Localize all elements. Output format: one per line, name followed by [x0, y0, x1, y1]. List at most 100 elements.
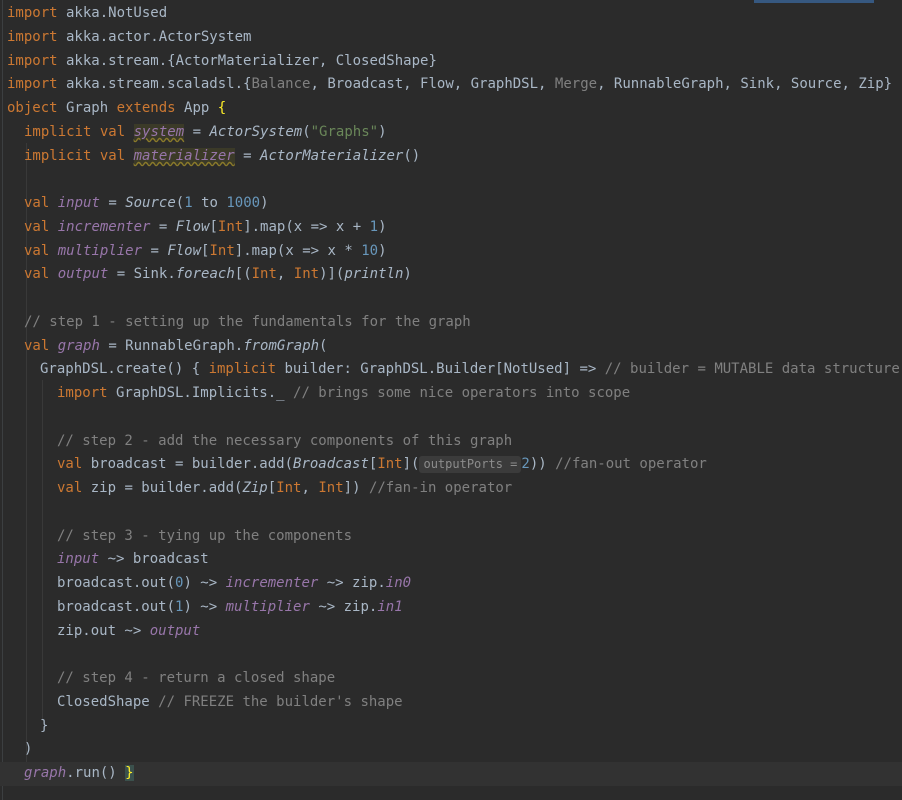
code-text: , Broadcast, Flow, GraphDSL,: [310, 76, 555, 92]
type-name: Int: [293, 266, 320, 282]
code-text: akka.actor.ActorSystem: [57, 29, 252, 45]
string-literal: "Graphs": [310, 124, 379, 140]
code-line-31[interactable]: }: [40, 715, 48, 739]
code-editor[interactable]: import akka.NotUsed import akka.actor.Ac…: [0, 0, 902, 800]
class-name: ActorSystem: [209, 124, 303, 140]
code-line-9[interactable]: val input = Source(1 to 1000): [24, 192, 269, 216]
code-line-23[interactable]: // step 3 - tying up the components: [57, 525, 352, 549]
code-line-17[interactable]: import GraphDSL.Implicits._ // brings so…: [57, 382, 630, 406]
type-name: Int: [377, 456, 403, 472]
keyword: import: [57, 385, 108, 401]
code-line-29[interactable]: // step 4 - return a closed shape: [57, 667, 335, 691]
code-text: ClosedShape: [57, 694, 159, 710]
code-text: ~> broadcast: [99, 551, 209, 567]
code-text: ): [378, 124, 387, 140]
code-line-6[interactable]: implicit val system = ActorSystem("Graph…: [24, 121, 387, 145]
code-line-5[interactable]: object Graph extends App {: [7, 97, 226, 121]
code-text: (): [403, 148, 421, 164]
keyword: import: [7, 5, 58, 21]
code-line-24[interactable]: input ~> broadcast: [57, 548, 209, 572]
code-text: (: [175, 195, 185, 211]
field-name: input: [57, 195, 100, 211]
code-line-25[interactable]: broadcast.out(0) ~> incrementer ~> zip.i…: [57, 572, 411, 596]
type-name: Int: [276, 480, 302, 496]
field-name: output: [57, 266, 109, 282]
field-name: incrementer: [225, 575, 319, 591]
code-text: (: [319, 338, 328, 354]
code-line-14[interactable]: // step 1 - setting up the fundamentals …: [24, 311, 471, 335]
code-text: akka.stream.{ActorMaterializer, ClosedSh…: [57, 53, 437, 69]
keyword: val: [24, 338, 50, 354]
code-line-2[interactable]: import akka.actor.ActorSystem: [7, 26, 251, 50]
code-text: ) ~>: [183, 599, 226, 615]
code-text: .run(): [66, 765, 126, 781]
code-line-4[interactable]: import akka.stream.scaladsl.{Balance, Br…: [7, 73, 892, 97]
code-text: =: [150, 219, 176, 235]
code-line-20[interactable]: val broadcast = builder.add(Broadcast[In…: [57, 453, 707, 477]
code-text: ): [378, 243, 387, 259]
code-text: = Sink.: [108, 266, 176, 282]
code-text: ].map(x => x *: [234, 243, 362, 259]
code-text: =: [234, 148, 261, 164]
code-text: ].map(x => x +: [243, 219, 370, 235]
code-text: broadcast.out(: [57, 599, 176, 615]
keyword: val: [24, 243, 50, 259]
keyword: val: [24, 266, 50, 282]
code-line-32[interactable]: ): [24, 738, 32, 762]
code-line-12[interactable]: val output = Sink.foreach[(Int, Int)](pr…: [24, 263, 412, 287]
comment: // brings some nice operators into scope: [293, 385, 631, 401]
code-text: (: [302, 124, 311, 140]
code-text: broadcast = builder.add(: [82, 456, 294, 472]
code-line-27[interactable]: zip.out ~> output: [57, 620, 200, 644]
code-line-11[interactable]: val multiplier = Flow[Int].map(x => x * …: [24, 240, 387, 264]
keyword: val: [24, 195, 50, 211]
class-name: Flow: [175, 219, 210, 235]
field-name: multiplier: [57, 243, 143, 259]
scrollbar-thumb[interactable]: [754, 0, 874, 3]
code-text: ]): [343, 480, 369, 496]
brace: {: [217, 100, 227, 116]
code-line-7[interactable]: implicit val materializer = ActorMateria…: [24, 145, 420, 169]
matched-brace: }: [125, 765, 134, 781]
code-text: GraphDSL.Implicits._: [107, 385, 294, 401]
keyword: val: [57, 480, 83, 496]
class-name: Zip: [242, 480, 268, 496]
class-name: Source: [125, 195, 176, 211]
keyword: extends: [116, 100, 176, 116]
code-line-26[interactable]: broadcast.out(1) ~> multiplier ~> zip.in…: [57, 596, 403, 620]
code-text: ) ~>: [183, 575, 226, 591]
comment: // builder = MUTABLE data structure: [604, 361, 900, 377]
code-line-19[interactable]: // step 2 - add the necessary components…: [57, 430, 512, 454]
keyword: import: [7, 53, 58, 69]
comment: // step 4 - return a closed shape: [57, 670, 336, 686]
code-text: ~> zip.: [318, 575, 386, 591]
comment: // step 2 - add the necessary components…: [57, 433, 513, 449]
code-line-15[interactable]: val graph = RunnableGraph.fromGraph(: [24, 335, 327, 359]
code-text: akka.NotUsed: [57, 5, 168, 21]
method-name: fromGraph: [243, 338, 320, 354]
method-name: println: [344, 266, 404, 282]
keyword: implicit val: [24, 148, 126, 164]
class-name: Broadcast: [293, 456, 369, 472]
field-name: multiplier: [225, 599, 310, 615]
code-line-1[interactable]: import akka.NotUsed: [7, 2, 167, 26]
code-text: zip = builder.add(: [82, 480, 243, 496]
code-line-21[interactable]: val zip = builder.add(Zip[Int, Int]) //f…: [57, 477, 512, 501]
keyword: import: [7, 29, 58, 45]
code-text: akka.stream.scaladsl.{: [57, 76, 252, 92]
unused-import: Balance: [251, 76, 311, 92]
code-line-10[interactable]: val incrementer = Flow[Int].map(x => x +…: [24, 216, 387, 240]
code-line-30[interactable]: ClosedShape // FREEZE the builder's shap…: [57, 691, 403, 715]
code-line-33-current[interactable]: graph.run() }: [0, 762, 902, 786]
code-text: ): [378, 219, 387, 235]
field-name: output: [149, 623, 201, 639]
number-literal: 1000: [226, 195, 261, 211]
code-text: ): [403, 266, 412, 282]
code-line-3[interactable]: import akka.stream.{ActorMaterializer, C…: [7, 50, 437, 74]
code-text: broadcast.out(: [57, 575, 176, 591]
code-line-16[interactable]: GraphDSL.create() { implicit builder: Gr…: [40, 358, 900, 382]
comment: //fan-in operator: [368, 480, 513, 496]
field-name: system: [133, 124, 185, 140]
comment: // step 3 - tying up the components: [57, 528, 353, 544]
code-text: )](: [319, 266, 345, 282]
